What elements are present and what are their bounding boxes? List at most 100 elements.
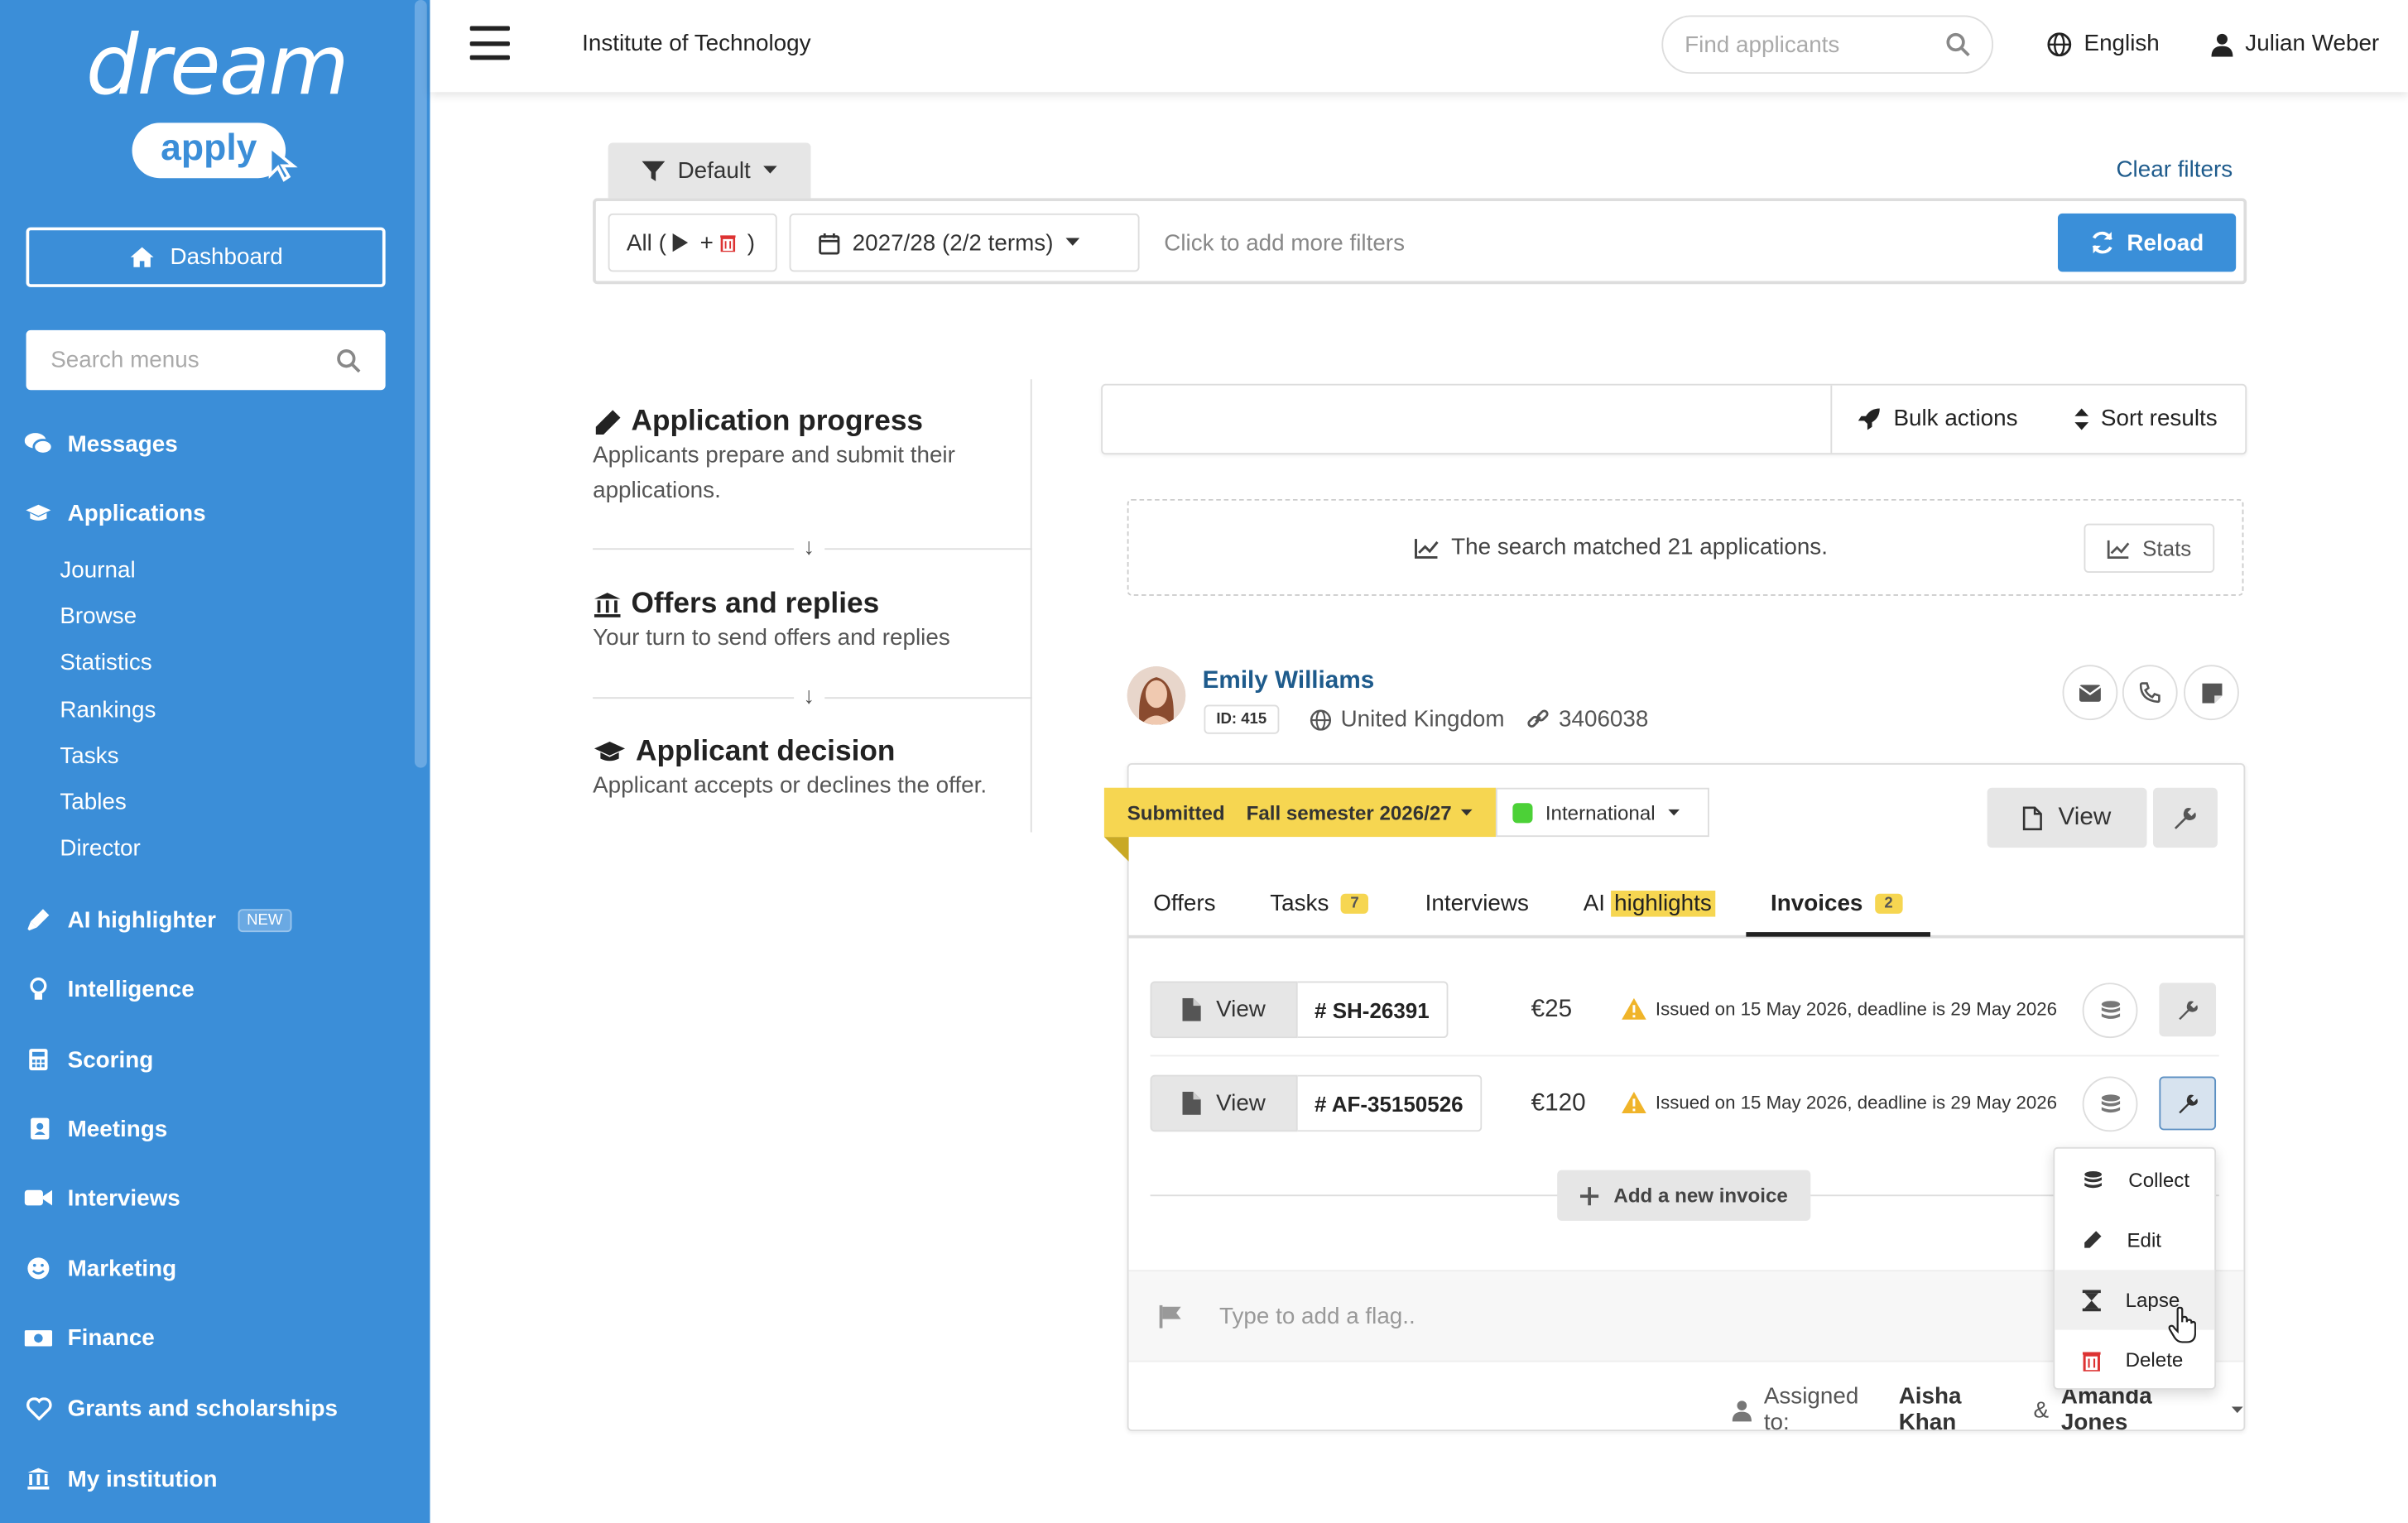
tab-offers[interactable]: Offers — [1153, 891, 1215, 917]
application-tools-button[interactable] — [2152, 787, 2218, 848]
invoice-collect-button[interactable] — [2082, 983, 2138, 1039]
line-chart-icon — [2107, 539, 2130, 559]
sidebar-item-label: Messages — [67, 430, 178, 457]
tab-interviews[interactable]: Interviews — [1425, 891, 1529, 917]
invoice-tools-button[interactable] — [2159, 983, 2217, 1037]
menu-item-label: Collect — [2128, 1168, 2190, 1192]
flag-icon — [1159, 1304, 1181, 1328]
tab-tasks[interactable]: Tasks 7 — [1270, 891, 1368, 917]
filter-chip-all[interactable]: All ( + ) — [608, 213, 777, 272]
invoice-collect-button[interactable] — [2082, 1076, 2138, 1132]
top-bar: Institute of Technology Find applicants … — [430, 0, 2408, 93]
menu-item-collect[interactable]: Collect — [2055, 1151, 2214, 1210]
applicant-reference[interactable]: 3406038 — [1526, 706, 1648, 733]
filter-preset-dropdown[interactable]: Default — [608, 142, 811, 199]
trash-icon — [2082, 1351, 2101, 1371]
sidebar-item-scoring[interactable]: Scoring — [25, 1045, 154, 1073]
invoice-number[interactable]: # AF-35150526 — [1297, 1074, 1482, 1132]
tab-invoices[interactable]: Invoices 2 — [1771, 891, 1902, 917]
clear-filters-link[interactable]: Clear filters — [2116, 156, 2233, 183]
sidebar-subitem-statistics[interactable]: Statistics — [60, 650, 151, 676]
invoice-view-button[interactable]: View — [1150, 1074, 1298, 1132]
group-dropdown[interactable]: International — [1496, 787, 1709, 838]
note-button[interactable] — [2184, 665, 2239, 721]
sidebar-scrollbar[interactable] — [414, 0, 427, 768]
search-icon — [1946, 32, 1970, 57]
filter-chip-term[interactable]: 2027/28 (2/2 terms) — [789, 213, 1140, 272]
stats-button[interactable]: Stats — [2084, 523, 2215, 573]
applicant-name-link[interactable]: Emily Williams — [1203, 668, 1375, 695]
search-summary: The search matched 21 applications. Stat… — [1127, 498, 2244, 596]
phone-button[interactable] — [2122, 665, 2178, 721]
view-application-button[interactable]: View — [1987, 787, 2147, 848]
sidebar-subitem-browse[interactable]: Browse — [60, 603, 137, 630]
sidebar-search-input[interactable]: Search menus — [26, 329, 386, 391]
find-applicants-input[interactable]: Find applicants — [1661, 15, 1994, 74]
sidebar-item-finance[interactable]: Finance — [24, 1324, 155, 1351]
arrow-down-icon: ↓ — [794, 534, 824, 561]
sidebar-item-label: Grants and scholarships — [67, 1395, 338, 1421]
link-icon — [1527, 709, 1549, 728]
search-icon — [337, 348, 361, 372]
tab-ai-highlights[interactable]: AI highlights — [1584, 891, 1715, 917]
caret-down-icon — [762, 166, 777, 174]
reload-button[interactable]: Reload — [2057, 213, 2237, 272]
logo-word: dream — [85, 17, 349, 114]
smile-icon — [25, 1255, 52, 1282]
menu-item-label: Edit — [2127, 1228, 2162, 1252]
invoice-number[interactable]: # SH-26391 — [1297, 981, 1448, 1039]
sidebar-item-my-institution[interactable]: My institution — [25, 1465, 218, 1492]
step-description: Applicant accepts or declines the offer. — [593, 772, 988, 799]
sidebar-item-ai-highlighter[interactable]: AI highlighter NEW — [25, 906, 292, 934]
hamburger-menu-icon[interactable] — [469, 26, 510, 60]
step-application-progress[interactable]: Application progress — [593, 406, 923, 440]
avatar[interactable] — [1127, 666, 1186, 725]
user-menu[interactable]: Julian Weber — [2211, 31, 2379, 57]
language-selector[interactable]: English — [2047, 31, 2160, 57]
plus-icon — [1579, 1186, 1598, 1205]
sidebar-subitem-director[interactable]: Director — [60, 835, 140, 862]
add-invoice-button[interactable]: Add a new invoice — [1557, 1170, 1811, 1221]
flag-placeholder: Type to add a flag.. — [1219, 1304, 1415, 1330]
sidebar-item-applications[interactable]: Applications — [25, 499, 206, 526]
active-tab-indicator — [1746, 932, 1930, 937]
invoice-tools-button-active[interactable] — [2159, 1076, 2217, 1131]
sidebar-subitem-tasks[interactable]: Tasks — [60, 743, 118, 770]
logo[interactable]: dream apply — [85, 12, 349, 189]
invoice-view-button[interactable]: View — [1150, 981, 1298, 1039]
sort-results-button[interactable]: Sort results — [2074, 405, 2218, 432]
email-button[interactable] — [2062, 665, 2118, 721]
sidebar-item-label: Scoring — [67, 1046, 154, 1073]
sidebar-subitem-journal[interactable]: Journal — [60, 557, 135, 584]
step-applicant-decision[interactable]: Applicant decision — [593, 736, 895, 770]
sidebar-item-meetings[interactable]: Meetings — [25, 1115, 168, 1142]
filter-icon — [642, 160, 666, 180]
sidebar-item-label: Finance — [67, 1324, 155, 1351]
workflow-steps: Application progress Applicants prepare … — [593, 379, 1032, 833]
app-root: dream apply Dashboard Search menus Messa… — [0, 0, 2408, 1523]
tab-count-badge: 2 — [1875, 893, 1902, 914]
sidebar-subitem-rankings[interactable]: Rankings — [60, 697, 156, 723]
invoice-note-text: Issued on 15 May 2026, deadline is 29 Ma… — [1655, 1092, 2058, 1114]
caret-down-icon — [1065, 238, 1080, 246]
sort-results-label: Sort results — [2100, 405, 2218, 432]
bulk-actions-button[interactable]: Bulk actions — [1858, 406, 2018, 431]
sidebar-subitem-tables[interactable]: Tables — [60, 790, 126, 816]
assignee-name: Amanda Jones — [2060, 1383, 2152, 1436]
invoice-amount: €120 — [1531, 1090, 1586, 1117]
sidebar-item-grants[interactable]: Grants and scholarships — [25, 1395, 338, 1422]
sidebar: dream apply Dashboard Search menus Messa… — [0, 0, 430, 1523]
status-term-dropdown[interactable]: Submitted Fall semester 2026/27 — [1103, 787, 1497, 838]
sidebar-item-marketing[interactable]: Marketing — [25, 1255, 176, 1282]
sidebar-item-intelligence[interactable]: Intelligence — [25, 975, 195, 1002]
sidebar-item-interviews[interactable]: Interviews — [24, 1184, 180, 1211]
add-more-filters[interactable]: Click to add more filters — [1164, 230, 1405, 257]
assigned-to[interactable]: Assigned to: Aisha Khan & Amanda Jones — [1732, 1383, 2244, 1436]
dashboard-button[interactable]: Dashboard — [26, 227, 386, 287]
sidebar-item-messages[interactable]: Messages — [24, 430, 178, 457]
find-applicants-placeholder: Find applicants — [1685, 31, 1840, 58]
toolbar-divider — [1830, 385, 1833, 454]
language-label: English — [2084, 31, 2160, 57]
step-offers-and-replies[interactable]: Offers and replies — [593, 589, 879, 622]
menu-item-edit[interactable]: Edit — [2055, 1210, 2214, 1270]
